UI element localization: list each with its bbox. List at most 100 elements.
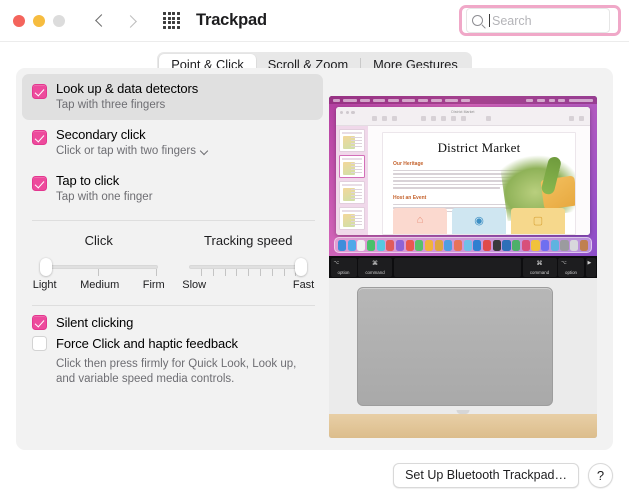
click-slider-thumb[interactable] <box>40 258 52 276</box>
slider-tick <box>272 269 273 276</box>
force-click-description-line2: and variable speed media controls. <box>56 372 315 387</box>
slider-tick <box>98 269 99 276</box>
slider-label-medium: Medium <box>80 279 119 291</box>
tracking-slider-track[interactable] <box>189 258 307 276</box>
slider-tracking-speed: Tracking speed <box>178 233 320 291</box>
back-chevron-icon[interactable] <box>93 12 109 30</box>
gesture-preview-video: District Market <box>329 96 597 438</box>
option-title: Tap to click <box>56 173 153 189</box>
preview-thumbnail <box>339 129 365 152</box>
close-window-button[interactable] <box>13 15 25 27</box>
window-controls <box>13 15 65 27</box>
command-glyph-icon: ⌘ <box>372 260 378 267</box>
option-subtitle: Tap with three fingers <box>56 98 198 113</box>
preview-key-label: option <box>338 270 350 275</box>
option-title: Silent clicking <box>56 315 133 330</box>
option-text: Secondary click Click or tap with two fi… <box>56 127 208 159</box>
slider-tick <box>213 269 214 276</box>
preview-key-arrow: ▶ <box>586 258 596 277</box>
checkbox-look-up[interactable] <box>32 84 47 99</box>
slider-tick <box>156 269 157 276</box>
slider-label-slow: Slow <box>182 279 206 291</box>
chevron-down-icon[interactable] <box>201 148 208 155</box>
grid-icon[interactable] <box>163 12 180 29</box>
force-click-description: Click then press firmly for Quick Look, … <box>56 357 315 386</box>
preview-app-window: District Market <box>336 107 590 235</box>
slider-tick <box>284 269 285 276</box>
slider-tick <box>201 269 202 276</box>
preview-trackpad-surface <box>357 287 553 406</box>
slider-group: Click Light Medium Firm Tracking speed <box>16 221 331 291</box>
preview-dock <box>334 237 592 253</box>
click-slider-track[interactable] <box>40 258 158 276</box>
checkbox-silent-clicking[interactable] <box>32 315 47 330</box>
option-row-look-up[interactable]: Look up & data detectors Tap with three … <box>22 74 323 120</box>
tracking-slider-thumb[interactable] <box>295 258 307 276</box>
forward-chevron-icon[interactable] <box>123 12 139 30</box>
command-glyph-icon: ⌘ <box>537 260 543 267</box>
preview-window-controls <box>340 111 355 114</box>
preview-mac-screen: District Market <box>329 96 597 256</box>
text-caret <box>489 14 490 27</box>
settings-panel: Look up & data detectors Tap with three … <box>16 68 613 450</box>
preview-thumbnail <box>339 181 365 204</box>
preview-key-space <box>394 258 522 277</box>
slider-click: Click Light Medium Firm <box>28 233 170 291</box>
preview-desk-surface <box>329 414 597 438</box>
preview-key-label: option <box>565 270 577 275</box>
option-subtitle-text: Click or tap with two fingers <box>56 144 196 159</box>
preview-key-command-left: ⌘ command <box>358 258 392 277</box>
preview-menubar <box>329 96 597 104</box>
checkbox-force-click[interactable] <box>32 336 47 351</box>
zoom-window-button[interactable] <box>53 15 65 27</box>
preview-card: ▢ <box>511 208 565 234</box>
option-row-secondary-click[interactable]: Secondary click Click or tap with two fi… <box>16 120 331 166</box>
preview-card: ⌂ <box>393 208 447 234</box>
preview-keyboard-row: ⌥ option ⌘ command ⌘ command ⌥ option ▶ <box>329 256 597 278</box>
page-title: Trackpad <box>196 11 267 30</box>
option-subtitle[interactable]: Click or tap with two fingers <box>56 144 208 159</box>
preview-macbook-base <box>329 278 597 438</box>
arrow-glyph-icon: ▶ <box>588 260 592 266</box>
help-button[interactable]: ? <box>588 463 613 488</box>
footer-bar: Set Up Bluetooth Trackpad… ? <box>0 450 629 500</box>
option-title: Secondary click <box>56 127 208 143</box>
search-field-inner[interactable]: Search <box>466 8 610 33</box>
slider-bar <box>40 265 158 269</box>
option-glyph-icon: ⌥ <box>334 260 340 266</box>
trackpad-settings-window: Trackpad Search Point & Click Scroll & Z… <box>0 0 629 500</box>
preview-document-area: District Market Our Heritage Host an Eve… <box>368 126 590 235</box>
slider-tick <box>248 269 249 276</box>
search-field[interactable]: Search <box>459 5 621 36</box>
option-row-force-click[interactable]: Force Click and haptic feedback <box>32 333 315 354</box>
window-titlebar: Trackpad Search <box>0 0 629 42</box>
force-click-description-line1: Click then press firmly for Quick Look, … <box>56 357 315 372</box>
option-text: Look up & data detectors Tap with three … <box>56 81 198 113</box>
option-subtitle: Tap with one finger <box>56 190 153 205</box>
option-subtitle-text: Tap with one finger <box>56 190 153 205</box>
preview-page-thumbnails <box>336 126 368 235</box>
preview-key-option-left: ⌥ option <box>331 258 357 277</box>
slider-end-labels: Light Medium Firm <box>33 279 165 291</box>
option-row-tap-to-click[interactable]: Tap to click Tap with one finger <box>16 166 331 212</box>
set-up-bluetooth-trackpad-button[interactable]: Set Up Bluetooth Trackpad… <box>393 463 579 488</box>
preview-key-label: command <box>530 270 549 275</box>
bottom-option-list: Silent clicking Force Click and haptic f… <box>16 306 331 386</box>
preview-thumbnail <box>339 207 365 230</box>
preview-key-label: command <box>365 270 384 275</box>
slider-label-fast: Fast <box>293 279 314 291</box>
slider-label-firm: Firm <box>143 279 165 291</box>
preview-document-page: District Market Our Heritage Host an Eve… <box>382 132 576 235</box>
checkbox-secondary-click[interactable] <box>32 130 47 145</box>
preview-toolbar-icons <box>569 116 584 121</box>
slider-tick <box>225 269 226 276</box>
preview-toolbar-icons <box>421 116 466 121</box>
option-row-silent-clicking[interactable]: Silent clicking <box>32 312 315 333</box>
slider-label: Click <box>85 233 113 248</box>
minimize-window-button[interactable] <box>33 15 45 27</box>
preview-toolbar-icons <box>372 116 397 121</box>
search-icon <box>472 15 483 26</box>
slider-tick <box>260 269 261 276</box>
preview-app-body: District Market Our Heritage Host an Eve… <box>336 126 590 235</box>
checkbox-tap-to-click[interactable] <box>32 176 47 191</box>
